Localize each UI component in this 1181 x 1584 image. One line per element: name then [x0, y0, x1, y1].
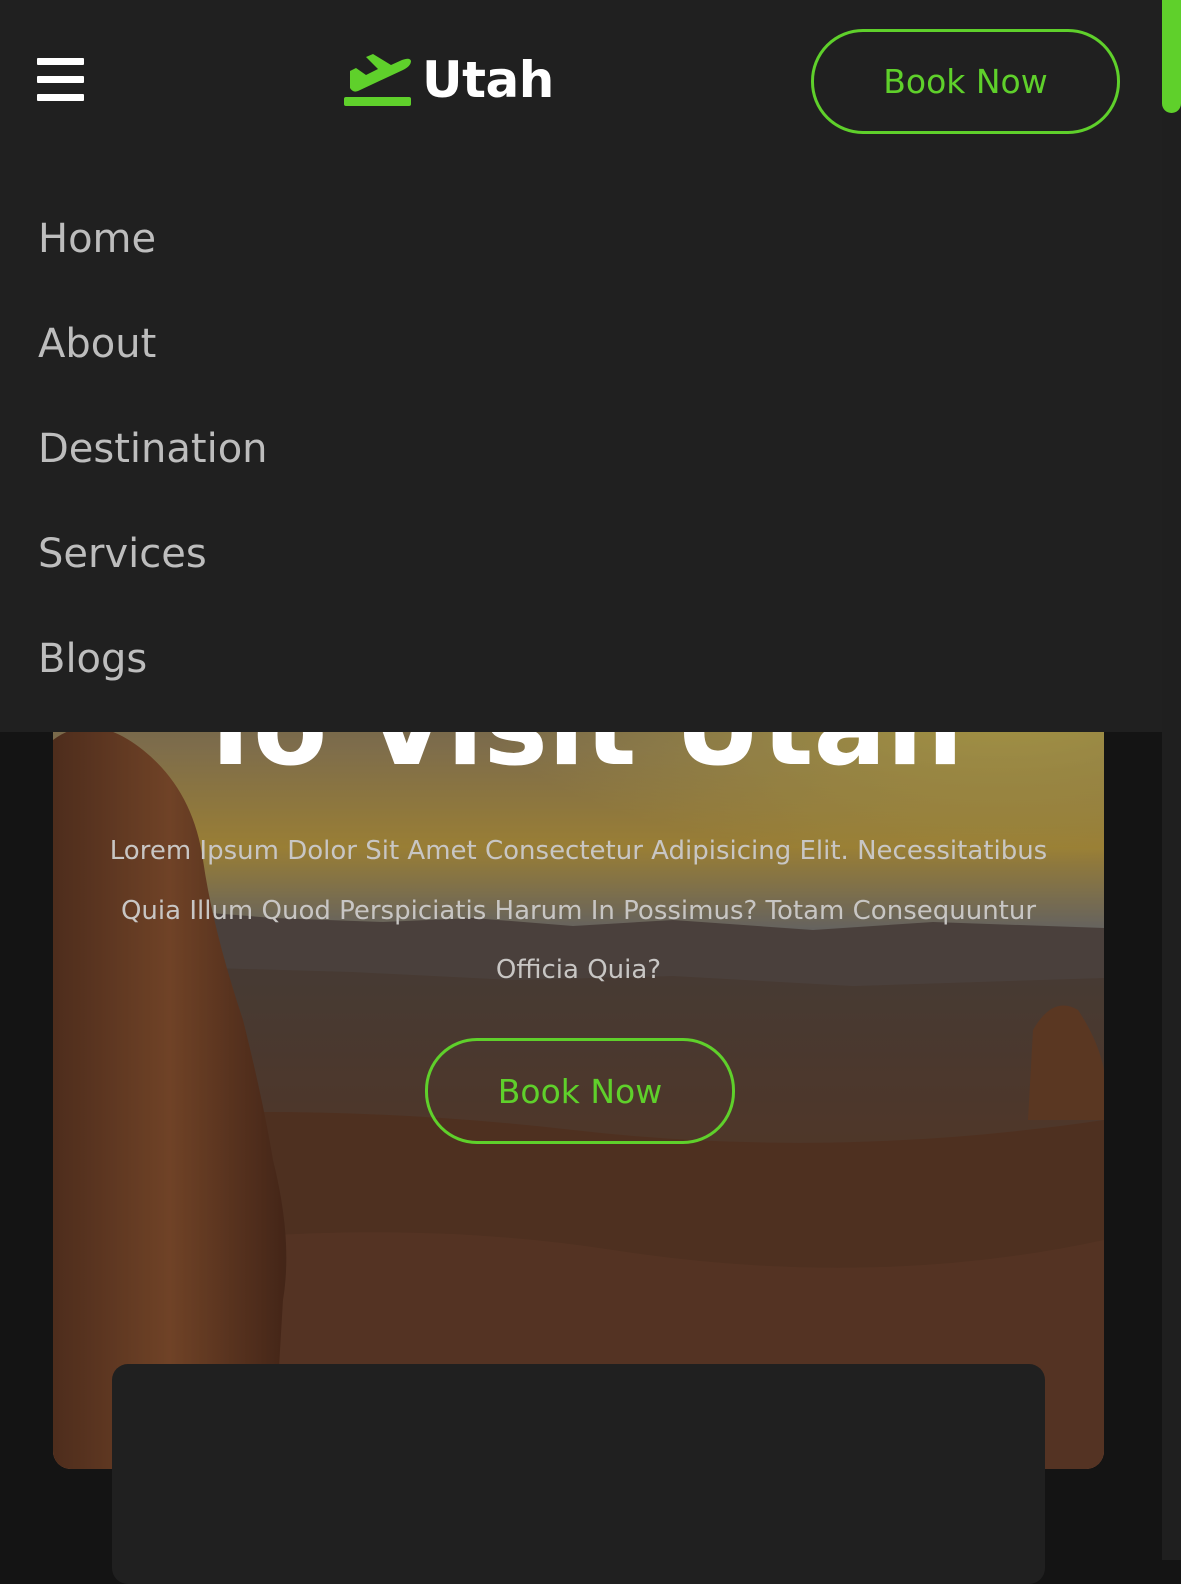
nav-item-services[interactable]: Services [38, 501, 268, 606]
hero-description: Lorem Ipsum Dolor Sit Amet Consectetur A… [109, 836, 1048, 985]
header-book-now-button[interactable]: Book Now [811, 29, 1120, 134]
header-navigation-drawer: Utah Book Now Home About Destination Ser… [0, 0, 1162, 732]
page-scrollbar-track[interactable] [1162, 0, 1181, 1560]
nav-item-destination[interactable]: Destination [38, 396, 268, 501]
airplane-takeoff-icon [344, 54, 411, 106]
site-logo[interactable]: Utah [344, 50, 554, 110]
nav-menu: Home About Destination Services Blogs [38, 186, 268, 711]
logo-text: Utah [422, 51, 554, 109]
nav-item-blogs[interactable]: Blogs [38, 606, 268, 711]
hamburger-icon[interactable] [37, 58, 85, 102]
nav-item-home[interactable]: Home [38, 186, 268, 291]
page-scrollbar-thumb[interactable] [1162, 0, 1181, 113]
search-panel [112, 1364, 1045, 1584]
nav-item-about[interactable]: About [38, 291, 268, 396]
hero-book-now-button[interactable]: Book Now [425, 1038, 735, 1144]
